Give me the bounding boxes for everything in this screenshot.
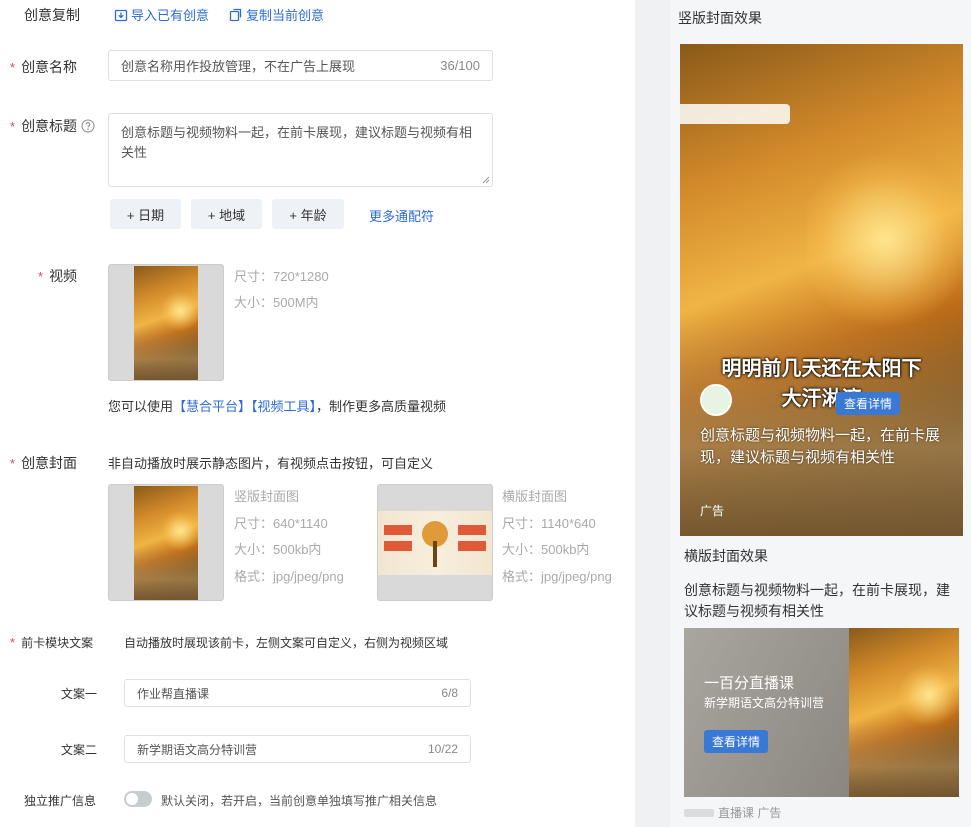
vertical-cover-size: 尺寸：640*1140 [234, 516, 328, 531]
required-mark: * [38, 269, 44, 284]
front-card-label: 前卡模块文案 [21, 636, 94, 650]
vertical-cover-thumbnail [134, 485, 198, 600]
horizontal-preview-card: 一百分直播课 新学期语文高分特训营 查看详情 [684, 628, 959, 797]
horizontal-preview-title: 横版封面效果 [684, 548, 768, 564]
video-size-spec: 尺寸：720*1280 [234, 269, 329, 284]
avatar [700, 384, 732, 416]
insert-age-button[interactable]: + 年龄 [272, 199, 344, 229]
vertical-cover-format: 格式：jpg/jpeg/png [234, 569, 344, 584]
video-tool-hint: 您可以使用【慧合平台】【视频工具】，制作更多高质量视频 [108, 396, 446, 415]
preview-panel: 竖版封面效果 明明前几天还在太阳下 大汗淋漓 查看详情 创意标题与视频物料一起，… [670, 0, 971, 827]
vertical-ad-text: 创意标题与视频物料一起，在前卡展现，建议标题与视频有相关性 [700, 427, 941, 466]
promo-desc: 默认关闭，若开启，当前创意单独填写推广相关信息 [161, 794, 438, 808]
title-label: 创意标题 [21, 118, 78, 134]
caption-line-1: 明明前几天还在太阳下 [721, 358, 922, 380]
title-textarea-value: 创意标题与视频物料一起，在前卡展现，建议标题与视频有相关性 [121, 125, 473, 160]
vertical-cta-button[interactable]: 查看详情 [836, 392, 901, 415]
horizontal-cover-upload[interactable] [377, 484, 493, 601]
footer-blur [684, 808, 714, 817]
card-line-1: 一百分直播课 [704, 675, 795, 692]
hint-suffix: ，制作更多高质量视频 [316, 399, 447, 414]
insert-date-button[interactable]: + 日期 [110, 199, 181, 229]
help-icon[interactable] [81, 119, 95, 133]
copy-link-text: 复制当前创意 [246, 8, 325, 23]
horizontal-cover-thumbnail [378, 510, 492, 575]
copy1-value: 作业帮直播课 [137, 686, 210, 701]
account-blur [680, 104, 790, 124]
copy-current-link[interactable]: 复制当前创意 [229, 5, 324, 24]
name-label: 创意名称 [21, 59, 78, 75]
copy1-count: 6/8 [441, 686, 458, 700]
name-label-wrap: * 创意名称 [10, 57, 77, 77]
copy-label: 创意复制 [24, 7, 80, 23]
copy1-label: 文案一 [61, 687, 98, 701]
video-tool-link[interactable]: 【视频工具】 [251, 399, 316, 414]
required-mark: * [10, 635, 16, 650]
card-video-area [849, 628, 959, 797]
huihe-platform-link[interactable]: 【慧合平台】 [173, 399, 251, 414]
vertical-preview-title: 竖版封面效果 [678, 10, 762, 26]
title-textarea[interactable]: 创意标题与视频物料一起，在前卡展现，建议标题与视频有相关性 [108, 113, 493, 187]
footer-text: 直播课 广告 [718, 806, 782, 820]
import-link-text: 导入已有创意 [131, 8, 210, 23]
name-input[interactable]: 创意名称用作投放管理，不在广告上展现 36/100 [108, 50, 493, 81]
horizontal-cover-file: 大小：500kb内 [502, 542, 590, 557]
cover-label-wrap: * 创意封面 [10, 453, 77, 473]
video-file-spec: 大小：500M内 [234, 295, 319, 310]
card-text-area: 一百分直播课 新学期语文高分特训营 查看详情 [684, 628, 849, 797]
video-upload[interactable] [108, 264, 224, 381]
vertical-preview: 明明前几天还在太阳下 大汗淋漓 查看详情 创意标题与视频物料一起，在前卡展现，建… [680, 44, 963, 536]
title-label-wrap: * 创意标题 [10, 116, 95, 136]
front-card-desc: 自动播放时展现该前卡，左侧文案可自定义，右侧为视频区域 [124, 636, 449, 650]
name-count: 36/100 [440, 58, 480, 73]
video-label-wrap: * 视频 [38, 266, 77, 286]
insert-region-button[interactable]: + 地域 [191, 199, 262, 229]
vertical-cover-upload[interactable] [108, 484, 224, 601]
vertical-cover-file: 大小：500kb内 [234, 542, 322, 557]
promo-toggle[interactable] [124, 791, 152, 807]
promo-label: 独立推广信息 [24, 794, 97, 808]
copy2-value: 新学期语文高分特训营 [137, 742, 258, 757]
card-line-2: 新学期语文高分特训营 [704, 696, 825, 710]
required-mark: * [10, 118, 16, 134]
vertical-cover-title: 竖版封面图 [234, 489, 300, 504]
vertical-ad-badge: 广告 [700, 504, 725, 518]
preview-footer: 直播课 广告 [684, 804, 781, 821]
copy2-input[interactable]: 新学期语文高分特训营 10/22 [124, 735, 471, 763]
copy2-count: 10/22 [427, 742, 458, 756]
divider-area [635, 0, 670, 827]
copy1-input[interactable]: 作业帮直播课 6/8 [124, 679, 471, 707]
import-existing-link[interactable]: 导入已有创意 [114, 5, 209, 24]
hint-prefix: 您可以使用 [108, 399, 174, 414]
required-mark: * [10, 60, 16, 75]
front-card-label-wrap: * 前卡模块文案 [10, 634, 93, 651]
copy2-label: 文案二 [61, 743, 98, 757]
horizontal-cover-size: 尺寸：1140*640 [502, 516, 596, 531]
horizontal-cover-title: 横版封面图 [502, 489, 568, 504]
cover-label: 创意封面 [21, 455, 78, 471]
name-input-value: 创意名称用作投放管理，不在广告上展现 [121, 59, 356, 74]
resize-handle-icon[interactable] [482, 176, 490, 184]
import-icon [114, 8, 128, 22]
horizontal-preview-text: 创意标题与视频物料一起，在前卡展现，建议标题与视频有相关性 [684, 582, 950, 619]
copy-icon [229, 8, 243, 22]
video-thumbnail [134, 265, 198, 380]
cover-desc: 非自动播放时展示静态图片，有视频点击按钮，可自定义 [108, 456, 434, 471]
more-wildcards-link[interactable]: 更多通配符 [369, 206, 434, 225]
card-cta-button[interactable]: 查看详情 [704, 730, 769, 753]
required-mark: * [10, 456, 16, 471]
video-label: 视频 [49, 268, 78, 284]
horizontal-cover-format: 格式：jpg/jpeg/png [502, 569, 612, 584]
